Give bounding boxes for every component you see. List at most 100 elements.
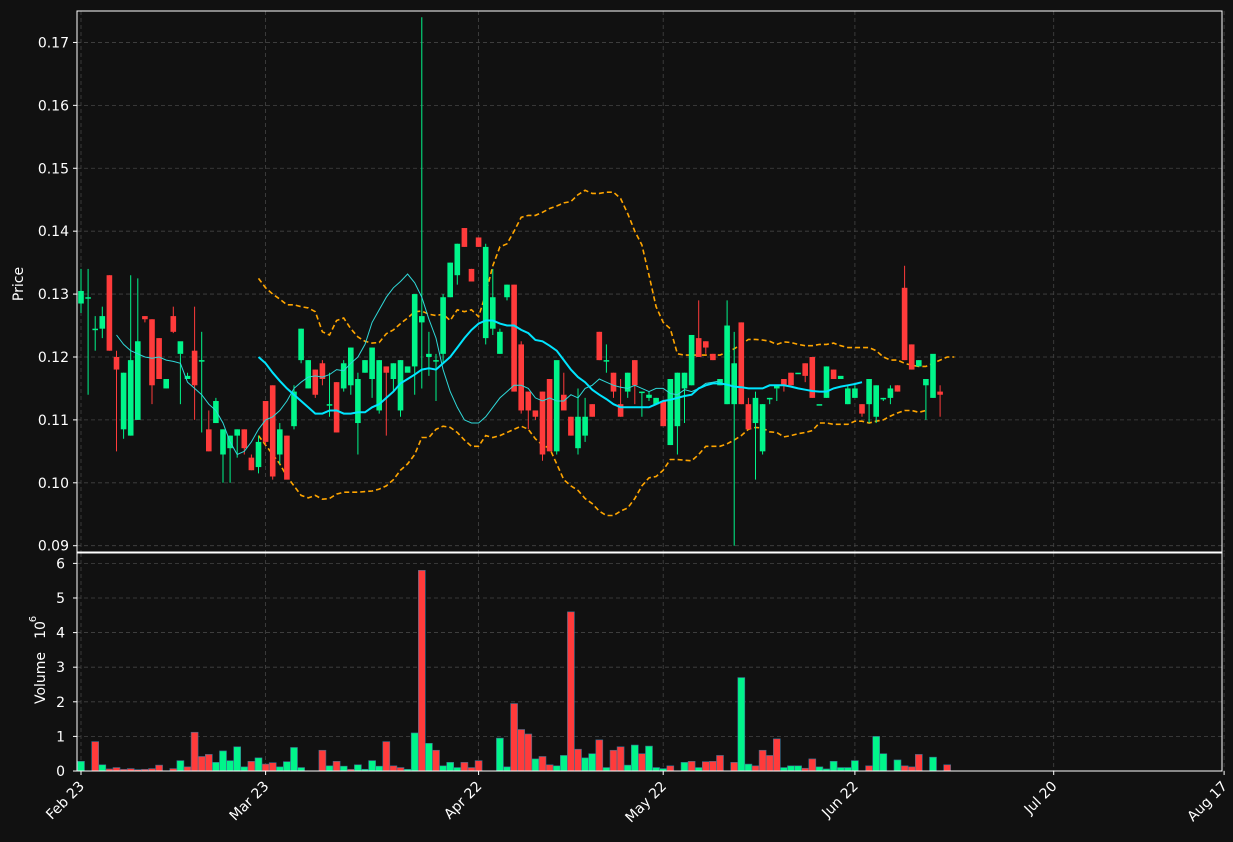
x-tick-label: Jun 22 [818,779,861,822]
volume-bar [77,761,85,772]
candle-body [99,316,106,329]
volume-bar [332,761,341,772]
volume-bar [240,766,249,772]
volume-bar [666,765,675,772]
candle-body [525,391,532,411]
x-tick-label: May 22 [622,779,670,827]
volume-bar [552,765,561,772]
volume-bar [467,767,476,772]
volume-bar [538,756,547,772]
volume-tick-label: 1 [56,729,65,745]
volume-grid [77,553,1225,772]
price-tick-label: 0.10 [38,476,69,492]
volume-bar [851,760,859,772]
volume-bar [297,767,305,772]
volume-bar [829,761,838,772]
candle-body [873,385,879,417]
candle-body [894,385,901,392]
candle-body [426,353,432,357]
volume-bar [872,736,881,772]
candle-body [85,297,91,299]
volume-bar [943,764,952,772]
candle-body [298,328,304,361]
volume-bar [503,766,511,772]
candle-body [568,416,574,436]
candle-body [234,429,240,436]
volume-bar [751,765,760,772]
volume-bar [453,767,462,772]
volume-bar [226,760,234,772]
volume-bar [559,755,568,772]
candle-body [688,334,695,386]
volume-bar [616,746,625,772]
candle-body [198,360,205,362]
volume-bar [368,760,376,772]
candle-body [582,416,588,436]
candle-body [845,388,851,405]
candle-body [220,429,226,455]
volume-bar [893,759,902,772]
price-tick-label: 0.17 [38,35,69,51]
candle-body [411,294,418,367]
volume-bar [354,764,362,772]
candle-body [795,372,801,375]
price-tick-label: 0.09 [38,539,69,555]
volume-exponent-power: 6 [28,616,39,622]
candle-body [632,360,638,386]
volume-bar [275,766,284,772]
volume-bar [709,761,717,772]
candle-body [852,388,858,398]
volume-bar [339,765,348,772]
candle-body [923,379,929,386]
candle-body [120,372,127,430]
x-tick-label: Feb 23 [43,779,88,824]
volume-bar [638,753,646,772]
volume-bar [510,703,518,772]
candle-body [532,410,539,417]
volume-bar [524,733,533,772]
price-y-ticks: 0.09 0.10 0.11 0.12 0.13 0.14 0.15 0.16 0.17 [38,35,77,555]
volume-bar [730,762,739,772]
candle-body [348,347,354,386]
volume-bar [197,756,206,772]
candle-body [880,397,887,400]
candle-body [866,379,872,405]
candle-body [603,360,610,362]
volume-bar [574,748,582,772]
volume-exponent-base: 10 [33,621,49,639]
volume-bar [865,765,873,772]
volume-bar [716,755,724,772]
volume-bar [765,755,774,772]
candle-body [681,372,688,389]
volume-bar [623,764,632,772]
candle-body [546,379,553,452]
candle-body [277,429,283,455]
candle-body [660,401,666,427]
candle-body [78,290,84,304]
candle-body [241,429,248,449]
volume-bar [417,570,426,772]
candle-body [447,262,453,298]
candle-body [163,379,169,389]
candle-body [788,372,794,386]
candle-body [326,404,333,406]
candle-body [504,284,510,298]
candle-body [383,366,390,373]
volume-bar [496,737,504,772]
volume-bar [219,750,227,772]
volume-bar [581,757,589,772]
bollinger-lower-band [257,409,927,517]
volume-bar [744,763,753,772]
volume-bar [701,761,710,772]
candles [78,17,943,546]
volume-bar [815,766,824,772]
volume-bar [432,749,440,772]
volume-bar [183,766,192,772]
x-tick-label: Aug 17 [1185,779,1231,825]
candle-body [703,341,709,348]
volume-bar [545,764,554,772]
candle-body [518,344,524,411]
candle-body [937,391,943,395]
candle-body [837,375,844,380]
candle-body [482,246,489,339]
